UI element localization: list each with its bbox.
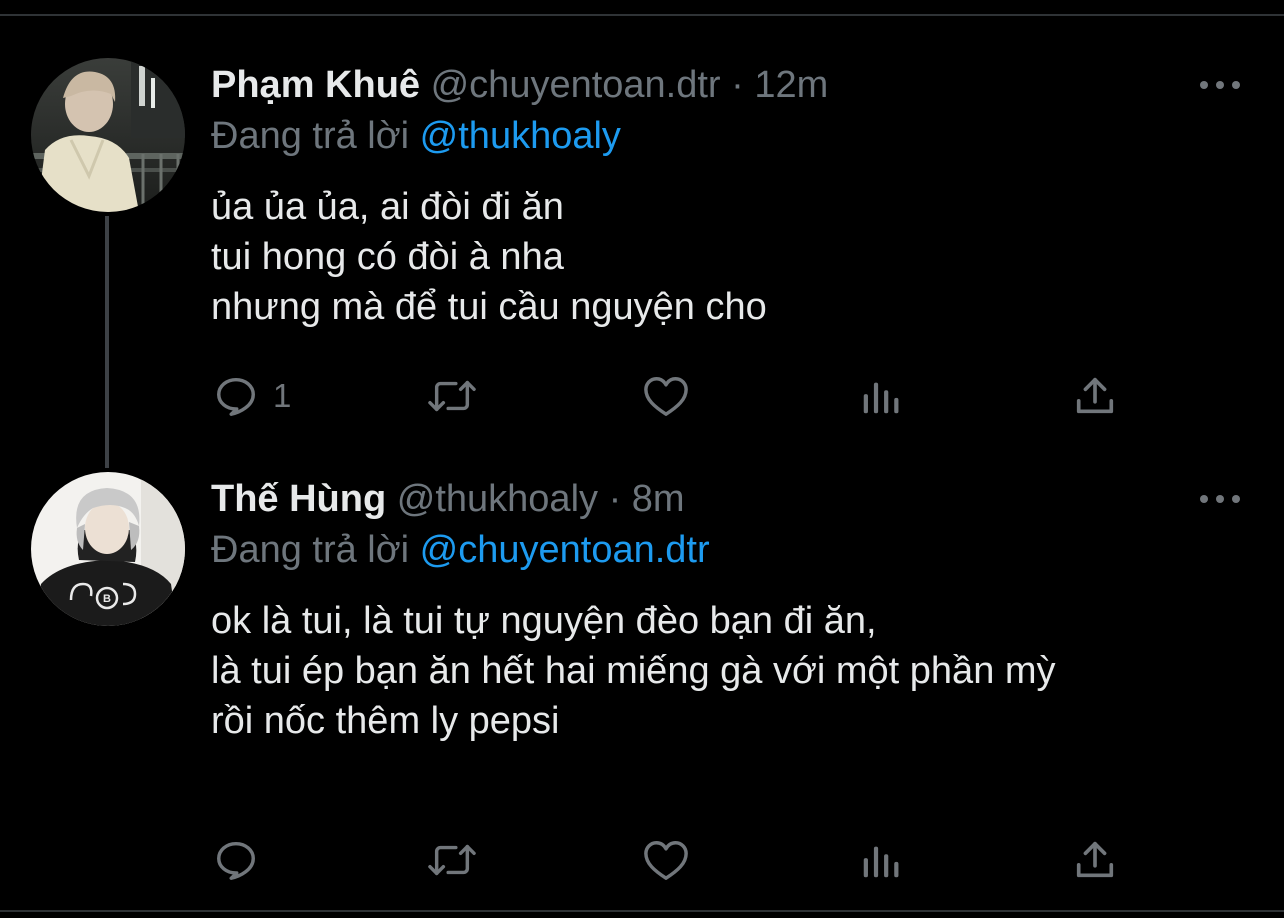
retweet-button[interactable] [424, 370, 480, 422]
tweet-actions [0, 834, 1284, 886]
reply-mention-link[interactable]: @thukhoaly [420, 115, 621, 157]
heart-icon [644, 377, 688, 416]
bar-chart-icon [863, 846, 899, 878]
share-button[interactable] [1072, 834, 1118, 886]
user-handle[interactable]: @chuyentoan.dtr [431, 64, 721, 106]
bar-chart-icon [863, 382, 899, 414]
tweet-1[interactable]: Phạm Khuê @chuyentoan.dtr · 12m Đang trả… [0, 0, 1284, 470]
tweet-header: Thế Hùng @thukhoaly · 8m [211, 476, 685, 522]
speech-bubble-icon [217, 377, 255, 416]
separator-dot: · [608, 478, 622, 520]
like-button[interactable] [641, 370, 691, 422]
retweet-arrows-icon [428, 380, 476, 412]
replying-to-label: Đang trả lời [211, 115, 410, 157]
avatar-the-hung[interactable]: B [31, 472, 185, 626]
tweet-text: ủa ủa ủa, ai đòi đi ăn tui hong có đòi à… [211, 182, 767, 332]
retweet-button[interactable] [424, 834, 480, 886]
tweet-actions: 1 [0, 370, 1284, 422]
bottom-divider [0, 910, 1284, 912]
tweet-text-line: là tui ép bạn ăn hết hai miếng gà với mộ… [211, 650, 1056, 692]
timestamp[interactable]: 8m [632, 478, 685, 520]
display-name[interactable]: Thế Hùng [211, 478, 386, 520]
share-button[interactable] [1072, 370, 1118, 422]
tweet-text-line: rồi nốc thêm ly pepsi [211, 700, 560, 742]
tweet-2[interactable]: B Thế Hùng @thukhoaly · 8m Đang trả lời … [0, 470, 1284, 910]
replying-to: Đang trả lời @chuyentoan.dtr [211, 527, 710, 573]
reply-button[interactable]: 1 [213, 370, 291, 422]
separator-dot: · [731, 64, 744, 106]
user-handle[interactable]: @thukhoaly [397, 478, 598, 520]
reply-count: 1 [273, 377, 292, 414]
share-upload-icon [1076, 841, 1114, 878]
svg-text:B: B [103, 593, 111, 605]
tweet-text-line: ủa ủa ủa, ai đòi đi ăn [211, 186, 564, 228]
more-options-icon[interactable] [1200, 492, 1240, 506]
tweet-text-line: ok là tui, là tui tự nguyện đèo bạn đi ă… [211, 600, 877, 642]
display-name[interactable]: Phạm Khuê [211, 64, 420, 106]
retweet-arrows-icon [428, 844, 476, 876]
tweet-header: Phạm Khuê @chuyentoan.dtr · 12m [211, 62, 828, 108]
tweet-text-line: tui hong có đòi à nha [211, 236, 564, 278]
share-upload-icon [1076, 377, 1114, 414]
tweet-text: ok là tui, là tui tự nguyện đèo bạn đi ă… [211, 596, 1056, 746]
analytics-button[interactable] [858, 834, 904, 886]
replying-to: Đang trả lời @thukhoaly [211, 113, 621, 159]
tweet-text-line: nhưng mà để tui cầu nguyện cho [211, 286, 767, 328]
reply-mention-link[interactable]: @chuyentoan.dtr [420, 529, 710, 571]
avatar-pham-khue[interactable] [31, 58, 185, 212]
thread-connector-line [105, 216, 109, 468]
timestamp[interactable]: 12m [754, 64, 828, 106]
more-options-icon[interactable] [1200, 78, 1240, 92]
heart-icon [644, 841, 688, 880]
reply-button[interactable] [213, 834, 273, 886]
replying-to-label: Đang trả lời [211, 529, 410, 571]
like-button[interactable] [641, 834, 691, 886]
speech-bubble-icon [217, 841, 255, 880]
analytics-button[interactable] [858, 370, 904, 422]
